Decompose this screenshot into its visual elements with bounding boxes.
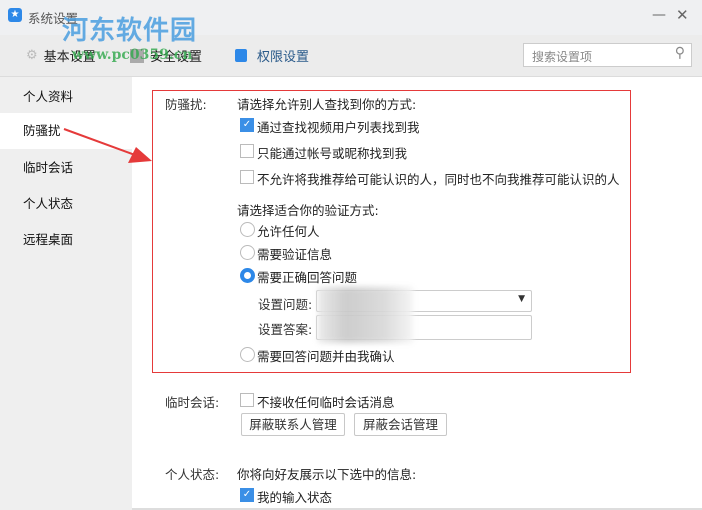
close-button[interactable]: ✕ bbox=[676, 6, 689, 24]
search-icon[interactable]: ⚲ bbox=[675, 45, 685, 61]
watermark-logo: 河东软件园 bbox=[62, 16, 198, 46]
checkbox-no-recommend[interactable] bbox=[240, 170, 254, 184]
option-label: 需要回答问题并由我确认 bbox=[257, 349, 395, 364]
option-label: 不接收任何临时会话消息 bbox=[257, 395, 395, 410]
sidebar-item-profile[interactable]: 个人资料 bbox=[0, 79, 132, 115]
status-label: 个人状态: bbox=[165, 467, 220, 482]
option-label: 需要验证信息 bbox=[257, 247, 333, 262]
blocked-contacts-button[interactable]: 屏蔽联系人管理 bbox=[241, 413, 345, 436]
verify-heading: 请选择适合你的验证方式: bbox=[237, 203, 379, 218]
option-label: 我的输入状态 bbox=[257, 490, 333, 505]
blocked-sessions-button[interactable]: 屏蔽会话管理 bbox=[354, 413, 447, 436]
checkbox-typing-status[interactable]: ✓ bbox=[240, 488, 254, 502]
radio-need-verify[interactable] bbox=[240, 245, 255, 260]
annotation-arrow bbox=[63, 128, 152, 163]
tab-permission-settings[interactable]: 权限设置 bbox=[235, 46, 309, 65]
option-label: 通过查找视频用户列表找到我 bbox=[257, 120, 420, 135]
question-label: 设置问题: bbox=[258, 297, 313, 312]
radio-allow-anyone[interactable] bbox=[240, 222, 255, 237]
radio-answer-and-confirm[interactable] bbox=[240, 347, 255, 362]
option-label: 允许任何人 bbox=[257, 224, 320, 239]
app-icon: ★ bbox=[8, 8, 22, 22]
anti-harassment-label: 防骚扰: bbox=[165, 97, 207, 112]
watermark-url: www.pc0359.cn bbox=[72, 47, 193, 63]
checkbox-find-video-list[interactable]: ✓ bbox=[240, 118, 254, 132]
option-label: 不允许将我推荐给可能认识的人，同时也不向我推荐可能认识的人 bbox=[257, 172, 620, 187]
chevron-down-icon: ▼ bbox=[518, 294, 525, 304]
checkbox-account-only[interactable] bbox=[240, 144, 254, 158]
answer-label: 设置答案: bbox=[258, 322, 313, 337]
option-label: 只能通过帐号或昵称找到我 bbox=[257, 146, 408, 161]
gear-icon: ⚙ bbox=[26, 48, 38, 63]
radio-answer-question[interactable] bbox=[240, 268, 255, 283]
redacted-blur bbox=[318, 287, 413, 343]
search-placeholder: 搜索设置项 bbox=[532, 50, 593, 64]
checkbox-reject-temp-chat[interactable] bbox=[240, 393, 254, 407]
option-label: 需要正确回答问题 bbox=[257, 270, 358, 285]
sidebar-item-status[interactable]: 个人状态 bbox=[0, 186, 132, 222]
sidebar-item-remote-desktop[interactable]: 远程桌面 bbox=[0, 222, 132, 258]
search-input[interactable]: 搜索设置项 ⚲ bbox=[523, 43, 692, 67]
minimize-button[interactable]: — bbox=[652, 7, 666, 23]
temp-chat-label: 临时会话: bbox=[165, 395, 220, 410]
status-heading: 你将向好友展示以下选中的信息: bbox=[237, 467, 417, 482]
lock-icon bbox=[235, 49, 247, 62]
find-heading: 请选择允许别人查找到你的方式: bbox=[237, 97, 417, 112]
